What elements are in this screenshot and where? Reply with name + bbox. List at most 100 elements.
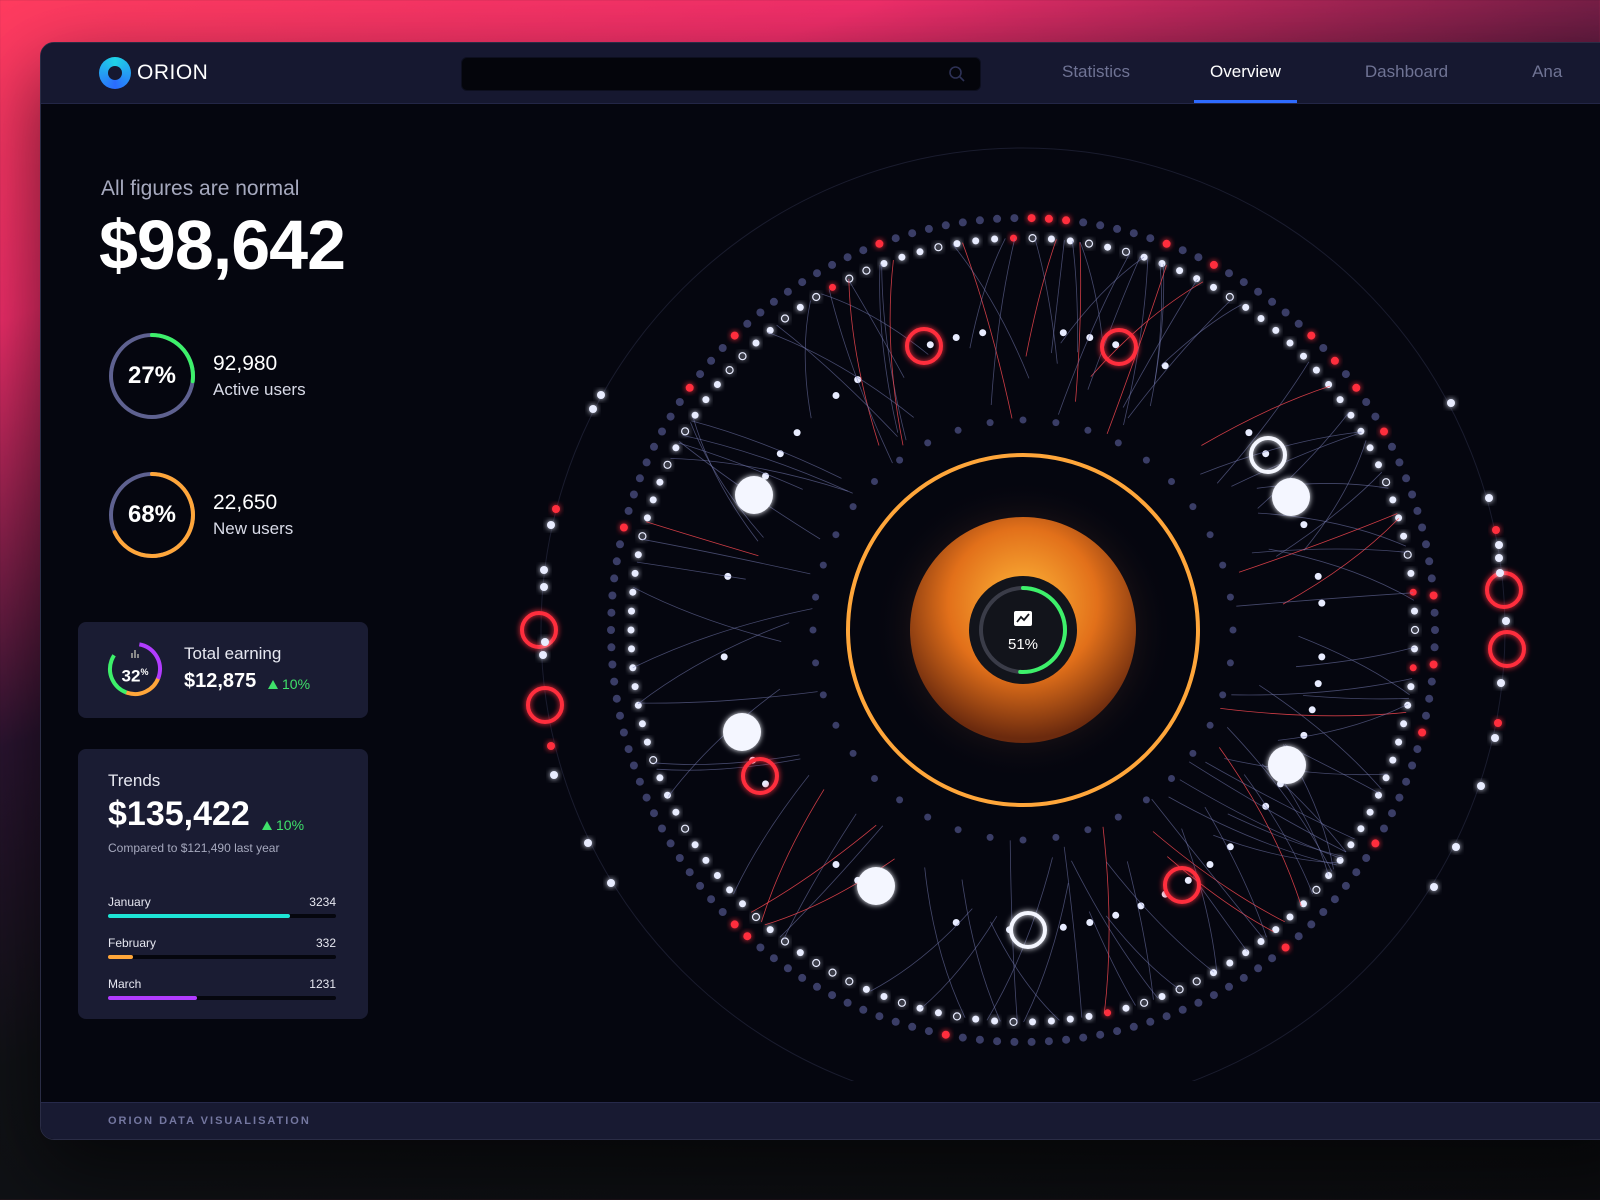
ring-dot bbox=[819, 691, 827, 699]
app-logo[interactable]: ORION bbox=[99, 57, 208, 89]
earning-percent: 32% bbox=[121, 666, 149, 686]
ring-dot bbox=[875, 1012, 884, 1021]
earning-change: 10% bbox=[268, 676, 310, 692]
ring-dot bbox=[1194, 998, 1203, 1007]
ring-dot bbox=[813, 269, 821, 278]
footer-text: ORION DATA VISUALISATION bbox=[108, 1115, 311, 1127]
ring-dot bbox=[730, 920, 739, 929]
footer: ORION DATA VISUALISATION bbox=[41, 1102, 1600, 1139]
ring-dot bbox=[828, 968, 837, 977]
ring-dot bbox=[916, 1004, 924, 1012]
link-line bbox=[1023, 883, 1069, 1023]
search-input[interactable] bbox=[462, 58, 946, 90]
ring-dot bbox=[1086, 919, 1094, 926]
ring-dot bbox=[993, 214, 1002, 223]
hub-node[interactable] bbox=[1268, 746, 1306, 784]
hub-node[interactable] bbox=[1272, 478, 1310, 516]
ring-dot bbox=[1400, 720, 1408, 728]
ring-dot bbox=[1330, 895, 1339, 904]
hub-node[interactable] bbox=[735, 476, 773, 514]
total-earning-card[interactable]: 32% Total earning $12,875 10% bbox=[78, 622, 368, 718]
tab-statistics[interactable]: Statistics bbox=[1046, 43, 1146, 101]
ring-dot bbox=[975, 1035, 984, 1044]
alert-node[interactable] bbox=[905, 327, 943, 365]
scatter-dot bbox=[552, 505, 560, 513]
ring-dot bbox=[1029, 1018, 1036, 1026]
tab-dashboard[interactable]: Dashboard bbox=[1349, 43, 1464, 101]
ring-dot bbox=[897, 998, 906, 1007]
ring-dot bbox=[681, 427, 690, 436]
ring-dot bbox=[1254, 964, 1263, 973]
total-value: $98,642 bbox=[99, 206, 346, 284]
ring-dot bbox=[979, 329, 987, 337]
ring-dot bbox=[1294, 932, 1303, 941]
ring-dot bbox=[691, 841, 699, 849]
scatter-dot bbox=[539, 651, 547, 659]
ring-dot bbox=[713, 381, 721, 388]
scatter-dot bbox=[1485, 494, 1493, 502]
ring-dot bbox=[1158, 993, 1166, 1000]
trends-value: $135,422 bbox=[108, 795, 250, 833]
ring-dot bbox=[1388, 442, 1396, 451]
ring-dot bbox=[707, 356, 716, 365]
ring-dot bbox=[941, 1030, 950, 1039]
hub-node[interactable] bbox=[857, 867, 895, 905]
ring-dot bbox=[1225, 292, 1234, 302]
scatter-dot bbox=[540, 566, 548, 574]
ring-dot bbox=[1178, 1005, 1187, 1014]
ring-dot bbox=[1352, 383, 1361, 392]
tab-analytics[interactable]: Ana bbox=[1516, 43, 1578, 101]
ring-dot bbox=[1194, 253, 1203, 262]
link-line bbox=[1149, 263, 1165, 407]
ring-dot bbox=[1286, 339, 1294, 347]
ring-dot bbox=[743, 932, 752, 941]
link-line bbox=[1160, 304, 1242, 366]
network-visualization[interactable]: 51% bbox=[421, 103, 1600, 1081]
ring-dot bbox=[1044, 1037, 1053, 1046]
ring-dot bbox=[986, 419, 994, 427]
ring-dot bbox=[1226, 659, 1234, 667]
ring-dot bbox=[1059, 923, 1067, 931]
alert-node[interactable] bbox=[1488, 630, 1526, 668]
ring-dot bbox=[1189, 749, 1197, 757]
link-line bbox=[1243, 774, 1314, 895]
ring-dot bbox=[650, 442, 658, 451]
ring-node[interactable] bbox=[1009, 911, 1047, 949]
ring-dot bbox=[663, 460, 672, 469]
ring-dot bbox=[666, 839, 675, 848]
ring-dot bbox=[681, 824, 690, 833]
search-icon[interactable] bbox=[948, 65, 966, 83]
ring-dot bbox=[1044, 214, 1053, 223]
link-line bbox=[1268, 548, 1415, 601]
ring-dot bbox=[664, 791, 671, 799]
trends-card[interactable]: Trends $135,422 10% Compared to $121,490… bbox=[78, 749, 368, 1019]
ring-dot bbox=[1300, 521, 1308, 529]
hub-node[interactable] bbox=[723, 713, 761, 751]
trend-chart-icon bbox=[1014, 611, 1032, 626]
tab-overview[interactable]: Overview bbox=[1194, 43, 1297, 103]
ring-dot bbox=[1312, 885, 1321, 895]
ring-dot bbox=[1418, 728, 1427, 737]
scatter-dot bbox=[540, 583, 548, 591]
ring-dot bbox=[1112, 911, 1120, 919]
ring-dot bbox=[643, 738, 651, 746]
alert-node[interactable] bbox=[741, 757, 779, 795]
link-line bbox=[1224, 758, 1388, 776]
ring-dot bbox=[1300, 900, 1307, 908]
core-gauge[interactable] bbox=[969, 576, 1077, 684]
active-users-count: 92,980 bbox=[213, 352, 278, 375]
progress-track bbox=[108, 914, 336, 918]
ring-dot bbox=[608, 660, 617, 669]
ring-dot bbox=[953, 240, 961, 248]
ring-dot bbox=[1341, 881, 1350, 890]
earning-value: $12,875 bbox=[184, 670, 257, 692]
ring-dot bbox=[1408, 490, 1417, 499]
ring-dot bbox=[1366, 808, 1374, 816]
ring-dot bbox=[991, 235, 999, 243]
ring-dot bbox=[638, 720, 646, 728]
alert-node[interactable] bbox=[520, 611, 558, 649]
ring-dot bbox=[1430, 643, 1439, 652]
link-line bbox=[1152, 831, 1285, 923]
alert-node[interactable] bbox=[1163, 866, 1201, 904]
search-bar[interactable] bbox=[461, 57, 981, 91]
